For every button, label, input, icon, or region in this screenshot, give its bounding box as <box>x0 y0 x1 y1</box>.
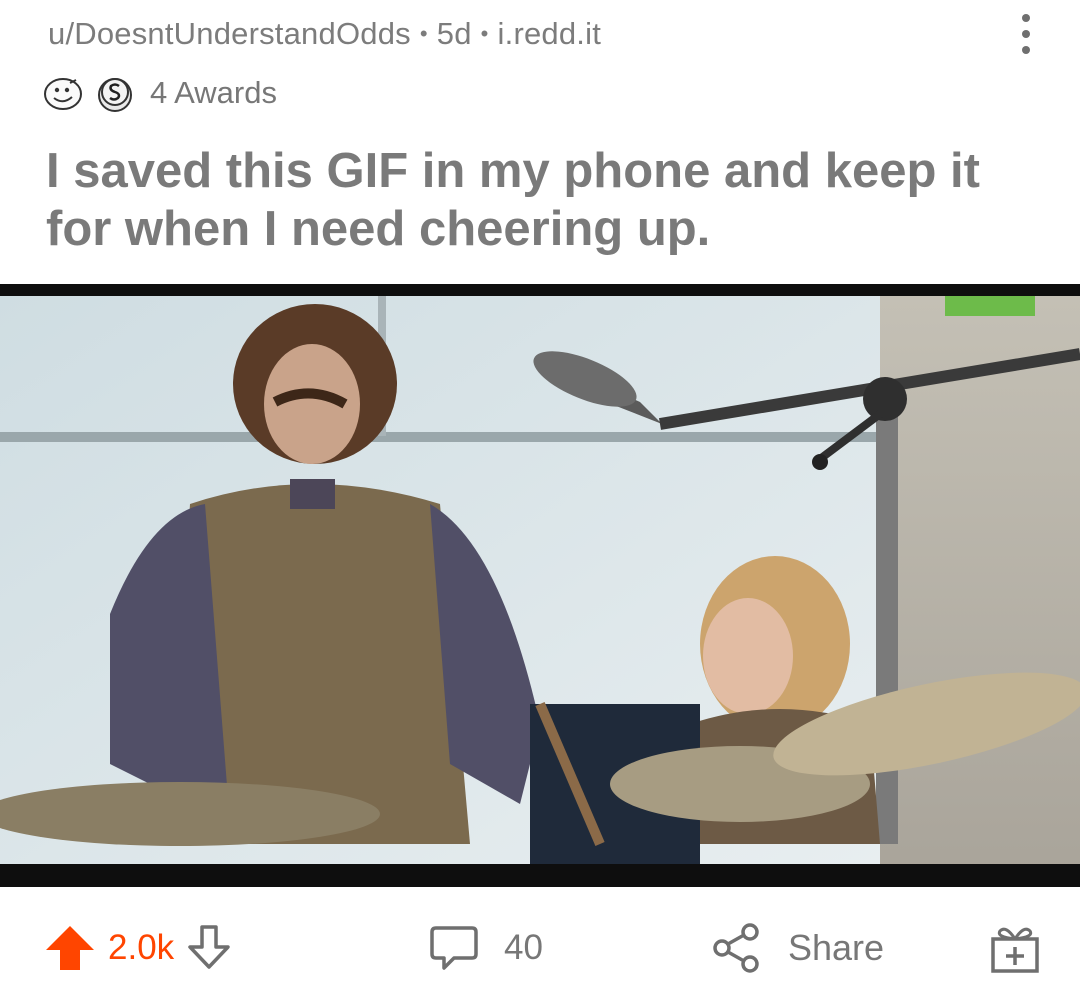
more-vertical-icon[interactable] <box>1012 14 1040 54</box>
domain-link[interactable]: i.redd.it <box>498 16 601 52</box>
vote-score: 2.0k <box>108 927 175 967</box>
gif-frame <box>0 284 1080 887</box>
post-meta: u/DoesntUnderstandOdds • 5d • i.redd.it <box>48 12 601 56</box>
award-coin-icon <box>98 78 132 112</box>
awards-count: 4 Awards <box>150 75 277 110</box>
separator-dot: • <box>419 21 428 46</box>
downvote-icon[interactable] <box>184 923 234 973</box>
share-icon <box>713 922 759 973</box>
share-label: Share <box>788 926 885 968</box>
vote-group: 2.0k <box>44 900 234 995</box>
post-action-bar: 2.0k 40 Share <box>0 900 1080 995</box>
award-face-icon <box>44 78 82 110</box>
post-media-gif[interactable] <box>0 284 1080 887</box>
share-button[interactable]: Share <box>712 900 884 995</box>
awards-row[interactable]: 4 Awards <box>42 70 277 116</box>
comment-icon <box>430 925 478 970</box>
post-age: 5d <box>436 16 472 51</box>
upvote-icon[interactable] <box>44 922 96 974</box>
post-title[interactable]: I saved this GIF in my phone and keep it… <box>46 142 1046 258</box>
comments-button[interactable]: 40 <box>428 900 543 995</box>
gift-icon <box>991 927 1039 973</box>
comment-count: 40 <box>504 927 543 967</box>
author-link[interactable]: u/DoesntUnderstandOdds <box>48 16 411 52</box>
separator-dot: • <box>480 21 489 46</box>
award-button[interactable] <box>988 900 1042 995</box>
